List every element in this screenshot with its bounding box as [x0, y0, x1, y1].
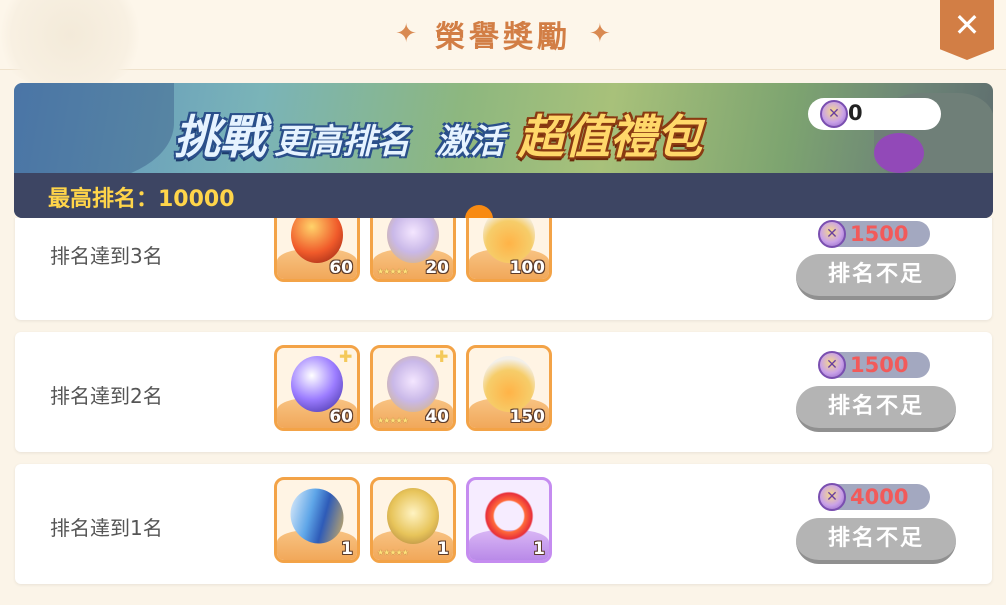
item-quantity: 20	[425, 258, 449, 278]
banner-text-value-pack: 超值禮包	[518, 110, 702, 164]
crystal-mask-icon	[387, 356, 439, 412]
price-tag: 1500	[818, 351, 930, 379]
reward-item[interactable]: ✚ ★★★★★ 40	[370, 345, 456, 431]
reward-row-rank-2: 排名達到2名 ✚ 60 ✚ ★★★★★ 40 150 1500 排名不足	[15, 332, 992, 452]
star-rating: ★★★★★	[377, 267, 409, 276]
purple-orb-icon	[291, 356, 343, 412]
honor-coin-icon	[818, 483, 846, 511]
reward-row-rank-3: 排名達到3名 60 ★★★★★ 20 100 1500 排名不足	[15, 218, 992, 320]
star-rating: ★★★★★	[377, 548, 409, 557]
price-value: 1500	[850, 353, 909, 377]
item-quantity: 1	[437, 539, 449, 559]
item-quantity: 60	[329, 258, 353, 278]
header: ✦ 榮譽獎勵 ✦ ✕	[0, 0, 1006, 90]
banner-bg-shade	[14, 83, 174, 183]
price-value: 4000	[850, 485, 909, 509]
close-icon: ✕	[953, 6, 981, 44]
close-button[interactable]: ✕	[940, 0, 994, 60]
item-quantity: 100	[509, 258, 546, 278]
purple-crystal-icon	[874, 133, 924, 173]
reward-row-rank-1: 排名達到1名 1 ★★★★★ 1 1 4000 排名不足	[15, 464, 992, 584]
item-quantity: 1	[533, 539, 545, 559]
page-title: 榮譽獎勵	[435, 20, 571, 55]
title-bar: ✦ 榮譽獎勵 ✦	[0, 12, 1006, 56]
sparkle-icon: ✦	[589, 19, 611, 49]
banner-text-activate: 激活	[436, 122, 504, 162]
item-quantity: 1	[341, 539, 353, 559]
honor-coin-icon	[818, 351, 846, 379]
banner-text-challenge: 挑戰	[174, 110, 266, 164]
golden-shield-icon	[387, 488, 439, 544]
banner-slogan: 挑戰 更高排名 激活 超值禮包	[174, 101, 702, 164]
honor-coin-icon	[820, 100, 848, 128]
price-value: 1500	[850, 222, 909, 246]
plus-icon: ✚	[339, 347, 353, 366]
reward-item[interactable]: 1	[274, 477, 360, 563]
reward-list[interactable]: 排名達到3名 60 ★★★★★ 20 100 1500 排名不足 排名達到2名	[0, 218, 1006, 605]
banner-text-higher-rank: 更高排名	[274, 122, 410, 162]
sparkle-icon: ✦	[395, 19, 417, 49]
rank-info-bar: 最高排名：10000	[14, 173, 993, 218]
claim-button[interactable]: 排名不足	[796, 518, 956, 564]
reward-condition-label: 排名達到2名	[50, 384, 163, 408]
reward-item[interactable]: ★★★★★ 20	[370, 218, 456, 282]
reward-condition-label: 排名達到3名	[50, 244, 163, 268]
price-tag: 4000	[818, 483, 930, 511]
reward-item[interactable]: ✚ 60	[274, 345, 360, 431]
reward-item[interactable]: ★★★★★ 1	[370, 477, 456, 563]
claim-button[interactable]: 排名不足	[796, 254, 956, 300]
honor-coin-balance: 0	[808, 98, 941, 130]
coin-count: 0	[848, 101, 863, 125]
reward-item[interactable]: 1	[466, 477, 552, 563]
star-rating: ★★★★★	[377, 416, 409, 425]
reward-item[interactable]: 100	[466, 218, 552, 282]
claim-button[interactable]: 排名不足	[796, 386, 956, 432]
reward-condition-label: 排名達到1名	[50, 516, 163, 540]
potion-bottle-icon	[483, 356, 535, 412]
item-quantity: 60	[329, 407, 353, 427]
fire-ring-icon	[483, 488, 535, 544]
item-quantity: 150	[509, 407, 546, 427]
honor-coin-icon	[818, 220, 846, 248]
plus-icon: ✚	[435, 347, 449, 366]
reward-item[interactable]: 60	[274, 218, 360, 282]
item-quantity: 40	[425, 407, 449, 427]
reward-item[interactable]: 150	[466, 345, 552, 431]
price-tag: 1500	[818, 220, 930, 248]
best-rank-label: 最高排名：10000	[48, 187, 235, 212]
